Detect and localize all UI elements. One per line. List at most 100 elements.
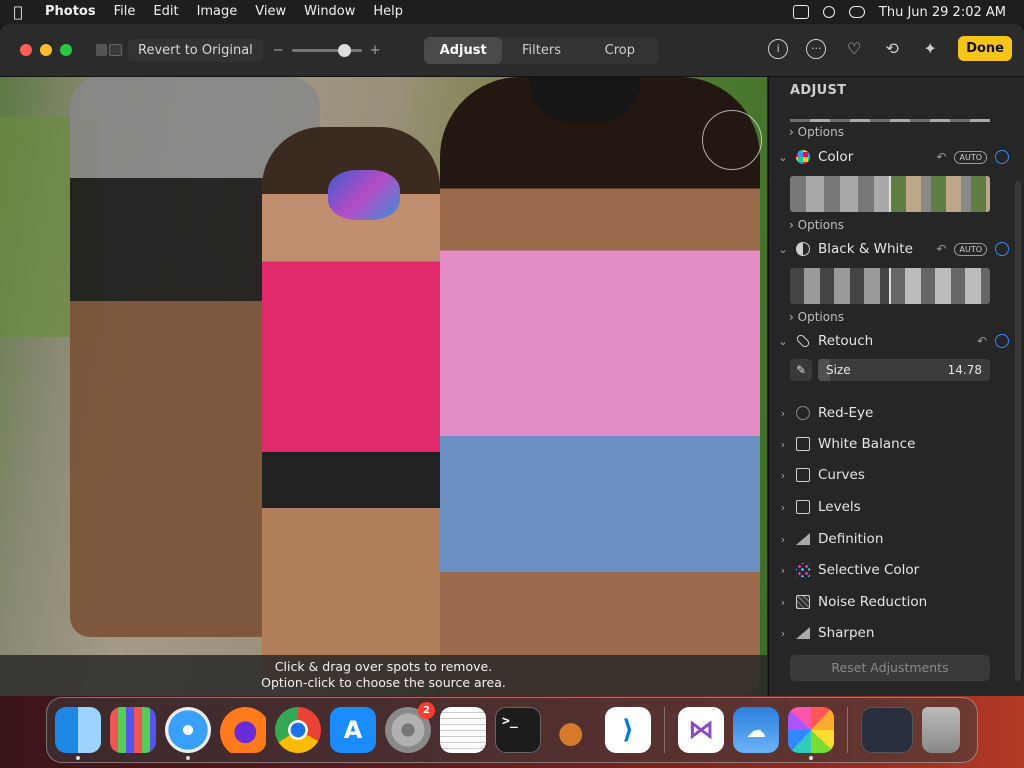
section-label: Curves	[818, 467, 865, 483]
enable-toggle[interactable]	[995, 334, 1009, 348]
tab-adjust[interactable]: Adjust	[424, 37, 503, 64]
hint-line-2: Option-click to choose the source area.	[261, 675, 506, 690]
spotlight-search-icon[interactable]	[822, 6, 835, 18]
menu-view[interactable]: View	[246, 0, 295, 24]
section-sharpen[interactable]: › Sharpen	[769, 621, 1009, 645]
launchpad-icon[interactable]	[110, 707, 156, 753]
system-settings-icon[interactable]: 2	[385, 702, 435, 753]
adjust-sidebar: ADJUST › Options ⌄ Color ↶ AUTO › Option…	[768, 77, 1024, 696]
notification-badge: 2	[418, 702, 435, 719]
chevron-down-icon: ⌄	[778, 334, 788, 348]
firefox-icon[interactable]	[220, 707, 266, 753]
visual-studio-icon[interactable]: ⋈	[678, 707, 724, 753]
section-noise-reduction[interactable]: › Noise Reduction	[769, 590, 1009, 614]
section-label: Color	[818, 149, 854, 165]
chevron-right-icon: ›	[789, 218, 794, 232]
screen-mirroring-icon[interactable]	[792, 5, 809, 19]
zoom-slider[interactable]	[291, 43, 362, 57]
retouch-brush-cursor	[702, 110, 762, 170]
textedit-icon[interactable]	[440, 707, 486, 753]
light-preview-strip[interactable]	[790, 119, 990, 122]
menu-help[interactable]: Help	[364, 0, 412, 24]
curves-icon	[796, 468, 810, 482]
section-definition[interactable]: › Definition	[769, 527, 1009, 551]
section-retouch[interactable]: ⌄ Retouch ↶	[769, 329, 1009, 353]
menu-clock[interactable]: Thu Jun 29 2:02 AM	[879, 5, 1006, 20]
chevron-right-icon: ›	[780, 500, 786, 514]
enable-toggle[interactable]	[995, 150, 1009, 164]
options-label: Options	[797, 310, 844, 324]
section-levels[interactable]: › Levels	[769, 495, 1009, 519]
more-options-icon[interactable]: ···	[806, 38, 827, 59]
control-center-icon[interactable]	[848, 6, 865, 18]
vscode-icon[interactable]: ⟩	[605, 707, 651, 753]
tab-crop[interactable]: Crop	[581, 37, 659, 64]
chevron-right-icon: ›	[780, 563, 786, 577]
zoom-control: − +	[273, 43, 381, 58]
section-label: Definition	[818, 531, 884, 547]
zoom-out-icon[interactable]: −	[273, 43, 284, 58]
section-curves[interactable]: › Curves	[769, 463, 1009, 487]
auto-button[interactable]: AUTO	[954, 150, 987, 164]
terminal-icon[interactable]: >_	[495, 707, 541, 753]
rotate-icon[interactable]: ⟲	[882, 39, 902, 59]
menu-image[interactable]: Image	[188, 0, 247, 24]
tab-filters[interactable]: Filters	[502, 37, 580, 64]
bw-options-toggle[interactable]: › Options	[789, 310, 844, 324]
undo-icon[interactable]: ↶	[936, 242, 946, 256]
color-options-toggle[interactable]: › Options	[789, 218, 844, 232]
trash-icon[interactable]	[922, 707, 960, 753]
sidebar-scrollbar[interactable]	[1015, 181, 1021, 681]
color-preview-strip[interactable]	[790, 176, 990, 212]
section-label: Noise Reduction	[818, 594, 928, 610]
toolbar-right-actions: i ··· ♡ ⟲ ✦ Done	[768, 36, 1012, 61]
black-white-icon	[796, 242, 810, 256]
weather-icon[interactable]: ☁	[733, 707, 779, 753]
favorite-heart-icon[interactable]: ♡	[844, 39, 864, 59]
app-store-icon[interactable]: A	[330, 707, 376, 753]
done-button[interactable]: Done	[958, 36, 1012, 61]
enable-toggle[interactable]	[995, 242, 1009, 256]
chrome-icon[interactable]	[275, 707, 321, 753]
zoom-in-icon[interactable]: +	[370, 43, 381, 58]
zoom-slider-knob[interactable]	[338, 43, 352, 57]
menu-app-photos[interactable]: Photos	[36, 0, 105, 24]
toolbar: Revert to Original − + Adjust Filters Cr…	[0, 24, 1024, 77]
fullscreen-window-button[interactable]	[60, 44, 72, 56]
photo-canvas[interactable]: Click & drag over spots to remove. Optio…	[0, 77, 767, 696]
retouch-size-control: ✎ Size 14.78	[790, 359, 990, 383]
section-red-eye[interactable]: › Red-Eye	[769, 401, 1009, 425]
noise-icon	[796, 595, 810, 609]
auto-enhance-wand-icon[interactable]: ✦	[920, 39, 940, 59]
definition-triangle-icon	[796, 533, 810, 545]
finder-icon[interactable]	[55, 707, 101, 760]
reset-adjustments-button[interactable]: Reset Adjustments	[790, 655, 990, 681]
close-window-button[interactable]	[20, 44, 32, 56]
bw-preview-strip[interactable]	[790, 268, 990, 304]
garageband-icon[interactable]	[550, 707, 596, 753]
light-options-toggle[interactable]: › Options	[789, 125, 844, 139]
undo-icon[interactable]: ↶	[936, 150, 946, 164]
section-selective-color[interactable]: › Selective Color	[769, 558, 1009, 582]
bandage-icon	[795, 333, 811, 349]
minimize-window-button[interactable]	[40, 44, 52, 56]
revert-to-original-button[interactable]: Revert to Original	[128, 38, 263, 62]
auto-button[interactable]: AUTO	[954, 242, 987, 256]
recent-screenshot-icon[interactable]	[861, 707, 913, 753]
eye-icon	[796, 406, 810, 420]
menu-file[interactable]: File	[105, 0, 145, 24]
section-color[interactable]: ⌄ Color ↶ AUTO	[769, 145, 1009, 169]
apple-menu-icon[interactable]: 	[0, 3, 36, 21]
brush-pen-icon[interactable]: ✎	[790, 359, 812, 381]
compare-original-icon[interactable]	[96, 44, 122, 56]
info-icon[interactable]: i	[768, 38, 789, 59]
menu-edit[interactable]: Edit	[144, 0, 187, 24]
undo-icon[interactable]: ↶	[977, 334, 987, 348]
section-white-balance[interactable]: › White Balance	[769, 432, 1009, 456]
photos-icon[interactable]	[788, 707, 834, 760]
section-black-white[interactable]: ⌄ Black & White ↶ AUTO	[769, 237, 1009, 261]
photo-child-mask	[328, 170, 400, 220]
menu-window[interactable]: Window	[295, 0, 364, 24]
safari-icon[interactable]	[165, 707, 211, 760]
retouch-size-slider[interactable]: Size 14.78	[818, 359, 990, 381]
